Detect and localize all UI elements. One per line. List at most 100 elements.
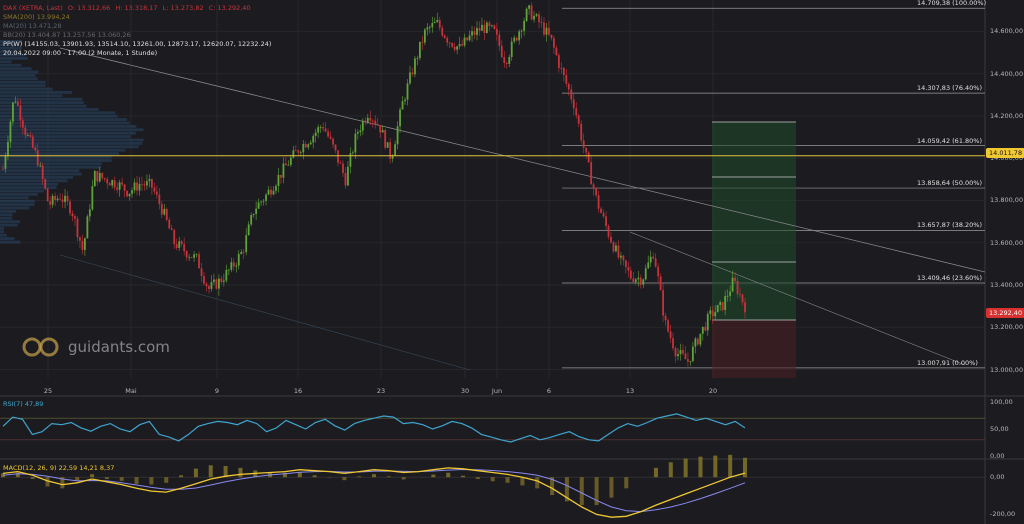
- guidants-logo-text: guidants.com: [68, 338, 170, 356]
- candle-body: [34, 148, 36, 151]
- background: [0, 0, 1024, 524]
- volume-profile-bar: [0, 190, 44, 193]
- candle-body: [538, 14, 540, 22]
- volume-profile-bar: [0, 88, 53, 91]
- candle-body: [568, 84, 570, 90]
- candle-body: [739, 294, 741, 295]
- candle-body: [171, 229, 173, 230]
- candle-body: [109, 183, 111, 185]
- candle-body: [302, 144, 304, 152]
- macd-histogram-bar: [194, 469, 198, 478]
- x-tick-label: 13: [626, 387, 634, 395]
- candle-body: [57, 199, 59, 200]
- candle-body: [481, 25, 483, 31]
- x-tick-label: 30: [461, 387, 469, 395]
- candle-body: [273, 191, 275, 195]
- grid-lines: [0, 0, 1024, 524]
- candle-body: [508, 57, 510, 64]
- candle-body: [642, 279, 644, 284]
- candle-body: [89, 209, 91, 216]
- candle-body: [126, 191, 128, 196]
- candle-body: [744, 302, 746, 312]
- volume-profile-bar: [0, 128, 143, 131]
- candle-body: [583, 140, 585, 147]
- chart-canvas[interactable]: 25 Mai 9 16 23 30 Jun 6 13 20: [0, 0, 1024, 524]
- candle-body: [384, 130, 386, 148]
- ma20-info: MA(20) 13.471,28: [3, 22, 62, 31]
- candle-body: [404, 100, 406, 101]
- candle-body: [82, 241, 84, 250]
- candle-body: [553, 38, 555, 48]
- candle-body: [203, 276, 205, 284]
- candle-body: [690, 361, 692, 362]
- candle-body: [737, 281, 739, 294]
- candle-body: [181, 241, 183, 244]
- candle-body: [292, 150, 294, 157]
- candle-body: [424, 30, 426, 43]
- candle-body: [479, 28, 481, 31]
- candle-body: [412, 72, 414, 74]
- candle-body: [69, 201, 71, 213]
- candle-body: [573, 99, 575, 108]
- candle-body: [168, 220, 170, 229]
- volume-profile-bar: [0, 118, 127, 121]
- candle-body: [625, 260, 627, 267]
- candle-body: [260, 202, 262, 203]
- volume-profile-bar: [0, 94, 62, 97]
- y-tick-label: 13.000,00: [990, 366, 1023, 374]
- candle-body: [248, 225, 250, 236]
- candle-body: [290, 158, 292, 165]
- candle-body: [503, 57, 505, 63]
- candle-body: [414, 58, 416, 74]
- candle-body: [578, 115, 580, 123]
- candle-body: [340, 163, 342, 164]
- volume-profile-bar: [0, 122, 129, 125]
- macd-histogram-bar: [402, 477, 406, 479]
- candle-body: [610, 237, 612, 243]
- macd-histogram-bar: [357, 476, 361, 477]
- y-tick-label: 13.800,00: [990, 196, 1023, 204]
- candle-body: [77, 219, 79, 237]
- candle-body: [702, 327, 704, 334]
- candle-body: [699, 334, 701, 345]
- candle-body: [677, 354, 679, 356]
- candle-body: [131, 190, 133, 194]
- volume-profile-bar: [0, 237, 14, 240]
- candle-body: [193, 254, 195, 257]
- candle-body: [623, 256, 625, 261]
- candle-body: [121, 182, 123, 184]
- candle-body: [230, 262, 232, 270]
- macd-histogram-bar: [387, 476, 391, 477]
- candle-body: [402, 101, 404, 109]
- candle-body: [285, 163, 287, 165]
- volume-profile-bar: [0, 234, 7, 237]
- candle-body: [694, 339, 696, 347]
- candle-body: [533, 16, 535, 20]
- fib-label: 13.007,91 (0.00%): [917, 359, 978, 367]
- volume-profile-bar: [0, 207, 29, 210]
- volume-profile-bar: [0, 149, 125, 152]
- fib-label: 14.059,42 (61.80%): [917, 137, 982, 145]
- candle-body: [22, 120, 24, 127]
- candle-body: [518, 31, 520, 40]
- symbol-info: DAX (XETRA, Last) O: 13.312,66 H: 13.318…: [3, 4, 254, 13]
- x-tick-label: 16: [294, 387, 302, 395]
- candle-body: [270, 190, 272, 195]
- volume-profile-bar: [0, 224, 18, 227]
- candle-body: [526, 9, 528, 21]
- candle-body: [377, 124, 379, 125]
- volume-profile-bar: [0, 145, 139, 148]
- macd-histogram-bar: [461, 476, 465, 477]
- candle-body: [268, 190, 270, 195]
- candle-body: [104, 178, 106, 179]
- fib-label: 13.858,64 (50.00%): [917, 179, 982, 187]
- candle-body: [451, 43, 453, 47]
- candle-body: [186, 251, 188, 257]
- candle-body: [74, 216, 76, 219]
- candle-body: [106, 179, 108, 183]
- candle-body: [555, 48, 557, 55]
- candle-body: [493, 25, 495, 29]
- volume-profile-bar: [0, 152, 119, 155]
- candle-body: [357, 132, 359, 134]
- candle-body: [352, 152, 354, 153]
